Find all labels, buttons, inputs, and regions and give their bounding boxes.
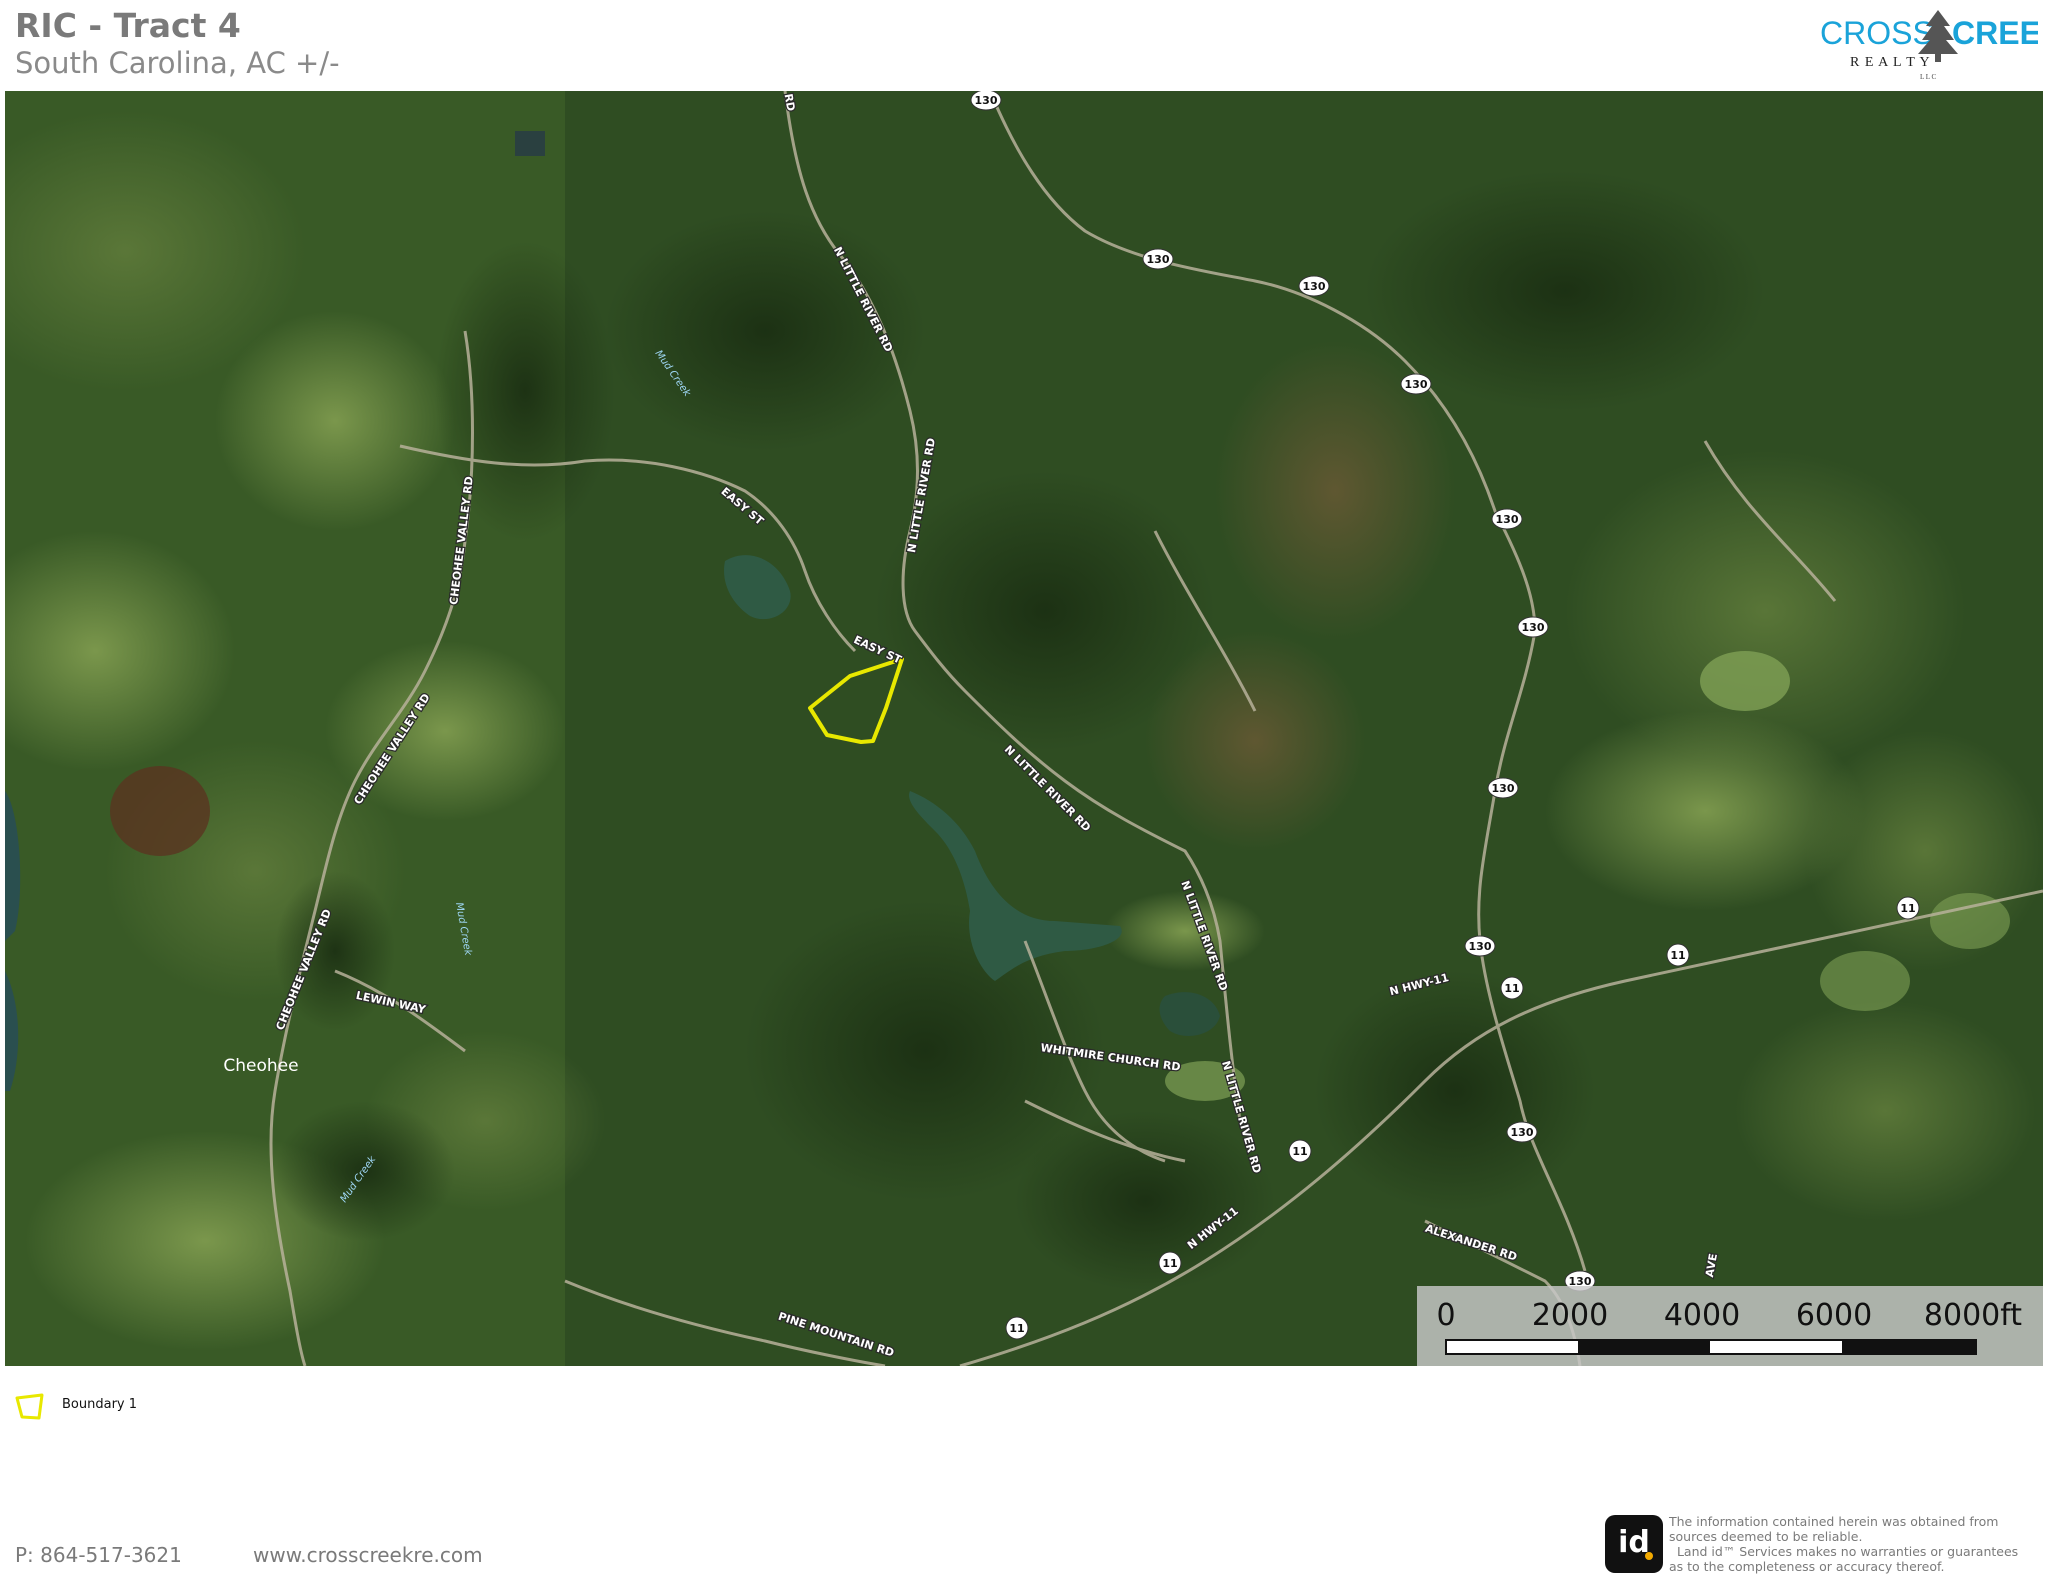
route-shield-11: 11 [1666,943,1690,967]
route-shield-130: 130 [1400,373,1432,395]
svg-text:130: 130 [1496,513,1519,526]
scale-label: 2000 [1531,1298,1609,1333]
svg-text:130: 130 [1469,940,1492,953]
route-shield-11: 11 [1158,1251,1182,1275]
svg-text:130: 130 [1147,253,1170,266]
svg-text:130: 130 [1492,782,1515,795]
scale-label: 8000ft [1923,1298,2023,1333]
svg-text:11: 11 [1009,1322,1024,1335]
map-canvas: Cheohee Mud Creek Mud Creek Mud Creek RD… [5,91,2043,1366]
svg-text:130: 130 [1303,280,1326,293]
aerial-map[interactable]: Cheohee Mud Creek Mud Creek Mud Creek RD… [5,91,2043,1366]
route-shield-11: 11 [1288,1139,1312,1163]
disclaimer-line: as to the completeness or accuracy there… [1669,1559,1945,1574]
svg-text:L L C: L L C [1920,73,1937,81]
scale-label: 4000 [1663,1298,1741,1333]
route-shield-130: 130 [1491,508,1523,530]
footer-website-link[interactable]: www.crosscreekre.com [253,1543,483,1567]
route-shield-130: 130 [1517,616,1549,638]
svg-text:130: 130 [1522,621,1545,634]
route-shield-130: 130 [1464,935,1496,957]
scale-label: 6000 [1795,1298,1873,1333]
land-id-logo-icon: id [1605,1515,1663,1573]
svg-text:11: 11 [1670,949,1685,962]
route-shield-11: 11 [1896,896,1920,920]
svg-text:11: 11 [1504,982,1519,995]
route-shield-130: 130 [1298,275,1330,297]
svg-text:CROSS: CROSS [1820,15,1934,51]
scale-label: 0 [1436,1298,1456,1333]
map-subtitle: South Carolina, AC +/- [15,46,340,80]
land-id-logo-text: id [1618,1525,1650,1560]
svg-text:11: 11 [1900,902,1915,915]
cross-creek-realty-logo: CROSS CREEK R E A L T Y L L C [1820,10,2038,81]
svg-text:11: 11 [1162,1257,1177,1270]
svg-text:130: 130 [1405,378,1428,391]
place-label-cheohee: Cheohee [223,1056,298,1076]
boundary-legend-icon [15,1393,44,1420]
disclaimer-line: The information contained herein was obt… [1669,1514,1999,1529]
scale-bar: 0 2000 4000 6000 8000ft [1417,1286,2043,1366]
svg-text:11: 11 [1292,1145,1307,1158]
disclaimer-line: Land id™ Services makes no warranties or… [1669,1544,2019,1559]
route-shield-130: 130 [1506,1121,1538,1143]
svg-text:130: 130 [975,94,998,107]
svg-text:CREEK: CREEK [1952,15,2038,51]
map-title: RIC - Tract 4 [15,6,241,45]
disclaimer-line: sources deemed to be reliable. [1669,1529,1863,1544]
route-shield-130: 130 [970,91,1002,111]
disclaimer: The information contained herein was obt… [1669,1514,2048,1574]
route-shield-130: 130 [1487,777,1519,799]
svg-text:130: 130 [1511,1126,1534,1139]
footer-phone: P: 864-517-3621 [15,1543,182,1567]
route-shield-11: 11 [1005,1316,1029,1340]
route-shield-130: 130 [1142,248,1174,270]
svg-text:R E A L T Y: R E A L T Y [1850,55,1931,70]
scale-ruler [1445,1339,1977,1355]
route-shield-11: 11 [1500,976,1524,1000]
legend-label: Boundary 1 [62,1397,138,1412]
